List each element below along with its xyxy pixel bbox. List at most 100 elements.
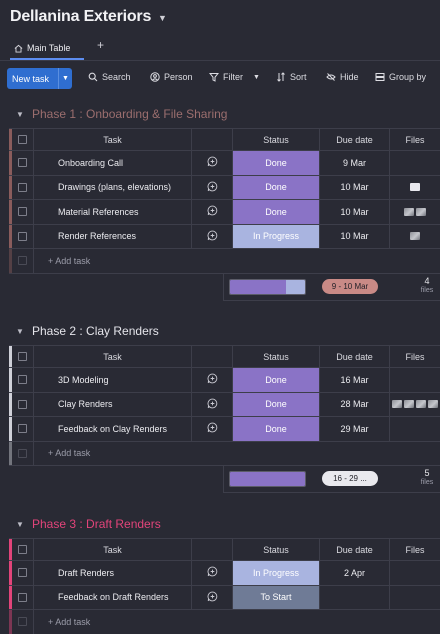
due-date-cell[interactable]: 10 Mar xyxy=(320,224,390,248)
chevron-down-icon[interactable]: ▼ xyxy=(58,68,72,89)
file-image-thumbnail[interactable] xyxy=(416,400,426,409)
add-update-icon[interactable] xyxy=(207,422,218,435)
checkbox[interactable] xyxy=(18,399,27,409)
files-cell[interactable] xyxy=(390,393,440,417)
column-header-task[interactable]: Task xyxy=(34,346,192,367)
add-update-icon[interactable] xyxy=(207,230,218,243)
task-name[interactable]: Drawings (plans, elevations) xyxy=(34,175,192,199)
files-cell[interactable] xyxy=(390,586,440,610)
select-all-checkbox[interactable] xyxy=(12,346,34,367)
file-image-thumbnail[interactable] xyxy=(416,207,426,216)
task-name[interactable]: 3D Modeling xyxy=(34,368,192,392)
updates-button[interactable] xyxy=(192,151,233,175)
files-cell[interactable] xyxy=(390,417,440,441)
task-name[interactable]: Feedback on Draft Renders xyxy=(34,585,192,609)
row-checkbox[interactable] xyxy=(12,417,34,441)
due-date-cell[interactable] xyxy=(320,585,390,609)
task-name[interactable]: Render References xyxy=(34,224,192,248)
updates-button[interactable] xyxy=(192,200,233,224)
hide-button[interactable]: Hide xyxy=(326,72,359,82)
select-all-checkbox[interactable] xyxy=(12,539,34,560)
status-cell[interactable]: Done xyxy=(233,392,320,416)
checkbox[interactable] xyxy=(18,352,27,361)
due-date-cell[interactable]: 2 Apr xyxy=(320,561,390,585)
column-header-due-date[interactable]: Due date xyxy=(320,539,390,560)
files-summary[interactable]: 4 files xyxy=(413,276,440,295)
checkbox[interactable] xyxy=(18,375,27,385)
checkbox[interactable] xyxy=(18,545,27,554)
person-filter-button[interactable]: Person xyxy=(150,72,193,82)
column-header-task[interactable]: Task xyxy=(34,129,192,150)
search-button[interactable]: Search xyxy=(88,72,131,82)
add-task-input[interactable]: + Add task xyxy=(34,442,90,466)
column-header-status[interactable]: Status xyxy=(233,539,320,560)
checkbox[interactable] xyxy=(18,592,27,602)
updates-button[interactable] xyxy=(192,585,233,609)
due-date-range[interactable]: 16 - 29 ... xyxy=(322,471,378,486)
add-update-icon[interactable] xyxy=(207,156,218,169)
add-task-input[interactable]: + Add task xyxy=(34,249,90,273)
row-checkbox[interactable] xyxy=(12,200,34,224)
add-update-icon[interactable] xyxy=(207,373,218,386)
checkbox[interactable] xyxy=(18,135,27,144)
file-document-thumbnail[interactable] xyxy=(410,183,420,192)
column-header-files[interactable]: Files xyxy=(390,539,440,560)
add-task-row[interactable]: + Add task xyxy=(9,441,440,466)
select-all-checkbox[interactable] xyxy=(12,129,34,150)
checkbox[interactable] xyxy=(18,182,27,192)
due-date-range[interactable]: 9 - 10 Mar xyxy=(322,278,378,294)
updates-button[interactable] xyxy=(192,417,233,441)
status-cell[interactable]: In Progress xyxy=(233,224,320,248)
due-date-cell[interactable]: 16 Mar xyxy=(320,368,390,392)
filter-button[interactable]: Filter ▼ xyxy=(209,72,260,82)
status-cell[interactable]: In Progress xyxy=(233,561,320,585)
checkbox[interactable] xyxy=(18,568,27,578)
row-checkbox[interactable] xyxy=(12,151,34,175)
status-cell[interactable]: Done xyxy=(233,200,320,224)
row-checkbox[interactable] xyxy=(12,585,34,609)
chevron-down-icon[interactable]: ▼ xyxy=(253,74,260,81)
files-cell[interactable] xyxy=(390,176,440,200)
column-header-files[interactable]: Files xyxy=(390,346,440,367)
updates-button[interactable] xyxy=(192,175,233,199)
file-image-thumbnail[interactable] xyxy=(404,207,414,216)
group-title[interactable]: ▼ Phase 2 : Clay Renders xyxy=(16,322,159,340)
updates-button[interactable] xyxy=(192,392,233,416)
add-update-icon[interactable] xyxy=(207,205,218,218)
task-name[interactable]: Draft Renders xyxy=(34,561,192,585)
status-cell[interactable]: Done xyxy=(233,151,320,175)
due-date-cell[interactable]: 29 Mar xyxy=(320,417,390,441)
file-image-thumbnail[interactable] xyxy=(392,400,402,409)
column-header-status[interactable]: Status xyxy=(233,346,320,367)
add-update-icon[interactable] xyxy=(207,181,218,194)
updates-button[interactable] xyxy=(192,368,233,392)
due-date-cell[interactable]: 9 Mar xyxy=(320,151,390,175)
chevron-down-icon[interactable]: ▼ xyxy=(16,327,24,336)
sort-button[interactable]: Sort xyxy=(276,72,307,82)
add-view-button[interactable]: + xyxy=(97,38,104,52)
row-checkbox[interactable] xyxy=(12,368,34,392)
status-cell[interactable]: To Start xyxy=(233,585,320,609)
files-cell[interactable] xyxy=(390,561,440,585)
chevron-down-icon[interactable]: ▼ xyxy=(158,13,167,23)
checkbox[interactable] xyxy=(18,158,27,168)
add-row-checkbox[interactable] xyxy=(12,610,34,634)
file-image-thumbnail[interactable] xyxy=(410,232,420,241)
add-task-input[interactable]: + Add task xyxy=(34,610,90,634)
add-task-row[interactable]: + Add task xyxy=(9,610,440,634)
updates-button[interactable] xyxy=(192,224,233,248)
checkbox[interactable] xyxy=(18,617,27,627)
updates-button[interactable] xyxy=(192,561,233,585)
column-header-status[interactable]: Status xyxy=(233,129,320,150)
add-update-icon[interactable] xyxy=(207,591,218,604)
column-header-task[interactable]: Task xyxy=(34,539,192,560)
task-name[interactable]: Onboarding Call xyxy=(34,151,192,175)
due-date-cell[interactable]: 10 Mar xyxy=(320,175,390,199)
new-task-button[interactable]: New task ▼ xyxy=(7,68,72,89)
files-cell[interactable] xyxy=(390,200,440,224)
task-name[interactable]: Feedback on Clay Renders xyxy=(34,417,192,441)
group-title[interactable]: ▼ Phase 1 : Onboarding & File Sharing xyxy=(16,105,227,123)
status-cell[interactable]: Done xyxy=(233,417,320,441)
add-row-checkbox[interactable] xyxy=(12,249,34,273)
row-checkbox[interactable] xyxy=(12,392,34,416)
